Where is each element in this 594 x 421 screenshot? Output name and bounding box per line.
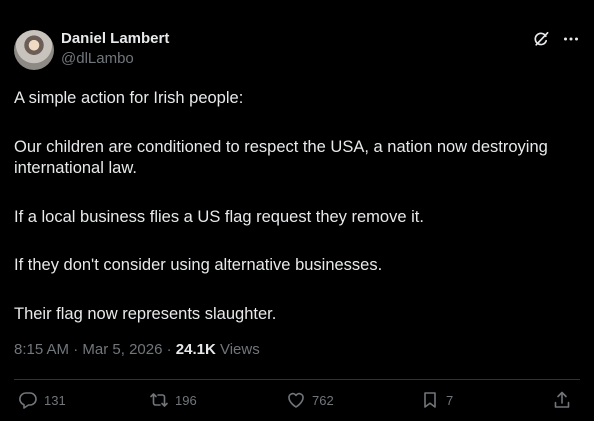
meta-separator: · <box>166 341 172 358</box>
divider <box>14 379 580 380</box>
reply-button[interactable]: 131 <box>18 390 66 410</box>
avatar[interactable] <box>14 30 54 70</box>
author-display-name[interactable]: Daniel Lambert <box>61 30 169 48</box>
repost-count: 196 <box>175 392 197 408</box>
views-label: Views <box>219 341 260 358</box>
bookmark-count: 7 <box>446 392 454 408</box>
tweet-meta: 8:15 AM · Mar 5, 2026 · 24.1K Views <box>14 341 260 358</box>
like-button[interactable]: 762 <box>286 390 334 410</box>
meta-separator: · <box>73 341 79 358</box>
reply-icon <box>18 390 38 410</box>
share-button[interactable] <box>552 390 572 410</box>
repost-icon <box>149 390 169 410</box>
repost-button[interactable]: 196 <box>149 390 197 410</box>
tweet-paragraph: If they don't consider using alternative… <box>14 256 383 274</box>
tweet-paragraph: If a local business flies a US flag requ… <box>14 207 424 226</box>
more-icon[interactable] <box>562 30 580 48</box>
tweet-time[interactable]: 8:15 AM <box>14 341 69 358</box>
author-names: Daniel Lambert @dlLambo <box>61 30 169 69</box>
bookmark-icon <box>420 390 440 410</box>
top-icons <box>532 30 580 48</box>
like-icon <box>286 390 306 410</box>
action-bar: 131 196 762 7 <box>14 390 580 414</box>
tweet-header: Daniel Lambert @dlLambo <box>14 27 580 71</box>
like-count: 762 <box>312 392 334 408</box>
tweet-paragraph: A simple action for Irish people: <box>14 89 244 107</box>
bookmark-button[interactable]: 7 <box>420 390 453 410</box>
grok-icon[interactable] <box>532 30 550 48</box>
reply-count: 131 <box>44 392 66 408</box>
share-icon <box>552 390 572 410</box>
tweet-text: A simple action for Irish people: Our ch… <box>14 88 574 352</box>
tweet-date[interactable]: Mar 5, 2026 <box>82 341 162 358</box>
tweet-paragraph: Their flag now represents slaughter. <box>14 304 277 323</box>
views-count: 24.1K <box>175 341 216 358</box>
tweet-paragraph: Our children are conditioned to respect … <box>14 137 548 178</box>
author-handle[interactable]: @dlLambo <box>61 49 169 69</box>
